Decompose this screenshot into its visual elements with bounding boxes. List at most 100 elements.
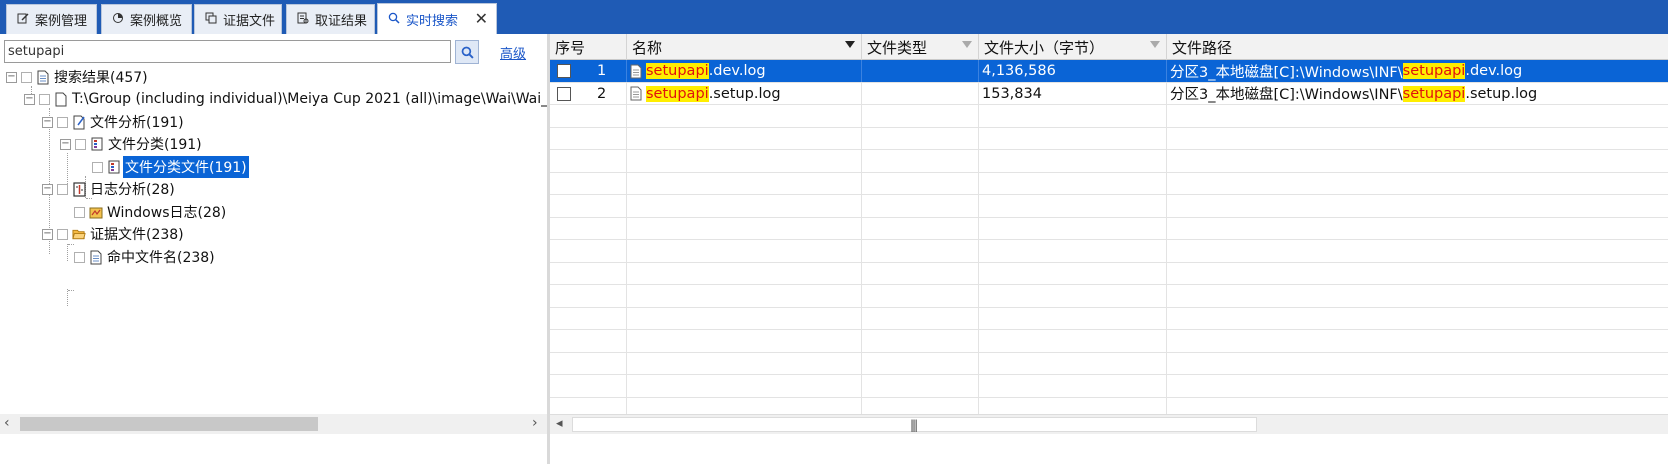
empty-cell bbox=[979, 285, 1167, 307]
tree-node-search-results[interactable]: − 搜索结果(457) bbox=[6, 66, 150, 88]
row-index: 2 bbox=[597, 85, 607, 102]
filter-icon[interactable] bbox=[845, 41, 855, 48]
horizontal-scrollbar[interactable]: ‹ › bbox=[0, 414, 547, 434]
empty-cell bbox=[979, 307, 1167, 330]
empty-cell bbox=[1167, 308, 1668, 330]
collapse-toggle[interactable]: − bbox=[42, 228, 53, 240]
search-tree-pane: 高级 − 搜索结果(457) − T:\Group (including ind… bbox=[0, 34, 562, 464]
search-input[interactable] bbox=[4, 40, 451, 63]
empty-cell bbox=[979, 262, 1167, 285]
empty-cell bbox=[1167, 240, 1668, 262]
pie-chart-icon bbox=[112, 12, 130, 27]
scroll-grip-icon: ||| bbox=[910, 418, 918, 432]
collapse-toggle[interactable]: − bbox=[60, 138, 71, 150]
empty-cell bbox=[862, 150, 979, 172]
tree-checkbox[interactable] bbox=[74, 251, 85, 263]
collapse-toggle[interactable]: − bbox=[42, 116, 53, 128]
empty-row bbox=[550, 307, 1668, 330]
empty-cell bbox=[979, 217, 1167, 240]
tree-node-label: 命中文件名(238) bbox=[107, 250, 215, 266]
row-name: setupapi .dev.log bbox=[627, 60, 862, 82]
scroll-right-icon[interactable]: › bbox=[532, 415, 538, 431]
search-icon bbox=[461, 46, 474, 59]
advanced-search-link[interactable]: 高级 bbox=[500, 43, 526, 62]
document-icon bbox=[630, 64, 642, 78]
report-icon bbox=[297, 12, 315, 27]
collapse-toggle[interactable]: − bbox=[6, 71, 17, 83]
row-checkbox[interactable] bbox=[557, 86, 571, 101]
tree-checkbox[interactable] bbox=[39, 93, 50, 105]
empty-cell bbox=[862, 262, 979, 285]
column-header-file-size[interactable]: 文件大小（字节） bbox=[979, 34, 1167, 60]
empty-row bbox=[550, 375, 1668, 398]
empty-cell bbox=[979, 375, 1167, 397]
tree-node-hit-filename[interactable]: 命中文件名(238) bbox=[74, 246, 217, 268]
empty-cell bbox=[979, 105, 1167, 127]
tab-label: 实时搜索 bbox=[406, 13, 459, 29]
tab-realtime-search[interactable]: 实时搜索 ✕ bbox=[377, 3, 497, 34]
column-header-name[interactable]: 名称 bbox=[627, 34, 862, 60]
horizontal-scrollbar[interactable]: ◂ ||| bbox=[550, 414, 1668, 434]
tree-checkbox[interactable] bbox=[75, 138, 86, 150]
empty-cell bbox=[627, 307, 862, 330]
tree-node-file-analysis[interactable]: − 文件分析(191) bbox=[42, 111, 186, 133]
scroll-left-icon[interactable]: ‹ bbox=[4, 415, 10, 431]
document-icon bbox=[36, 69, 50, 85]
tab-forensic-results[interactable]: 取证结果 bbox=[286, 4, 375, 34]
collapse-toggle[interactable]: − bbox=[24, 93, 35, 105]
tree-checkbox[interactable] bbox=[57, 116, 68, 128]
filter-icon[interactable] bbox=[962, 41, 972, 48]
empty-cell bbox=[627, 285, 862, 307]
tab-case-overview[interactable]: 案例概览 bbox=[101, 4, 192, 34]
empty-cell bbox=[979, 127, 1167, 150]
tree-node-evidence-files[interactable]: − 证据文件(238) bbox=[42, 223, 186, 245]
empty-cell bbox=[627, 352, 862, 375]
empty-cell bbox=[627, 240, 862, 262]
file-icon bbox=[54, 91, 68, 107]
scroll-thumb[interactable] bbox=[20, 417, 318, 431]
empty-cell bbox=[550, 240, 627, 262]
tree-node-image-path[interactable]: − T:\Group (including individual)\Meiya … bbox=[24, 88, 564, 110]
empty-cell bbox=[862, 307, 979, 330]
row-file-type bbox=[862, 60, 979, 82]
empty-row bbox=[550, 105, 1668, 128]
empty-cell bbox=[862, 352, 979, 375]
tree-node-log-analysis[interactable]: − 日志分析(28) bbox=[42, 178, 177, 200]
row-file-size: 153,834 bbox=[979, 82, 1167, 105]
scroll-left-icon[interactable]: ◂ bbox=[556, 416, 563, 431]
tree-checkbox[interactable] bbox=[21, 71, 32, 83]
empty-cell bbox=[1167, 173, 1668, 195]
column-header-index[interactable]: 序号 bbox=[550, 34, 627, 60]
empty-cell bbox=[627, 172, 862, 195]
tree-node-label: 证据文件(238) bbox=[90, 227, 184, 243]
column-header-file-type[interactable]: 文件类型 bbox=[862, 34, 979, 60]
folder-open-icon bbox=[72, 226, 86, 242]
search-button[interactable] bbox=[455, 40, 479, 64]
empty-cell bbox=[1167, 353, 1668, 375]
empty-row bbox=[550, 352, 1668, 375]
tree-node-file-classify-files[interactable]: 文件分类文件(191) bbox=[92, 156, 249, 178]
empty-cell bbox=[550, 330, 627, 352]
tree-node-windows-log[interactable]: Windows日志(28) bbox=[74, 201, 228, 223]
empty-row bbox=[550, 217, 1668, 240]
collapse-toggle[interactable]: − bbox=[42, 183, 53, 195]
close-icon[interactable]: ✕ bbox=[475, 9, 488, 28]
empty-cell bbox=[627, 262, 862, 285]
tab-label: 案例概览 bbox=[130, 14, 183, 29]
table-row[interactable]: 2 setupapi .setup.log 153,834 分区3_本地磁盘[C]… bbox=[550, 82, 1668, 105]
column-header-file-path[interactable]: 文件路径 bbox=[1167, 34, 1668, 60]
tree-checkbox[interactable] bbox=[57, 228, 68, 240]
tree-node-file-classify[interactable]: − 文件分类(191) bbox=[60, 133, 204, 155]
tab-label: 案例管理 bbox=[35, 14, 88, 29]
table-row[interactable]: 1 setupapi .dev.log 4,136,586 分区3_本地磁盘[C]… bbox=[550, 60, 1668, 83]
row-checkbox[interactable] bbox=[557, 64, 571, 78]
tree-checkbox[interactable] bbox=[92, 161, 103, 173]
tree-checkbox[interactable] bbox=[74, 206, 85, 218]
filter-icon[interactable] bbox=[1150, 41, 1160, 48]
tab-case-management[interactable]: 案例管理 bbox=[6, 4, 97, 34]
empty-row bbox=[550, 127, 1668, 150]
tab-evidence-files[interactable]: 证据文件 bbox=[194, 4, 282, 34]
empty-cell bbox=[627, 127, 862, 150]
file-analysis-icon bbox=[72, 114, 86, 130]
tree-checkbox[interactable] bbox=[57, 183, 68, 195]
